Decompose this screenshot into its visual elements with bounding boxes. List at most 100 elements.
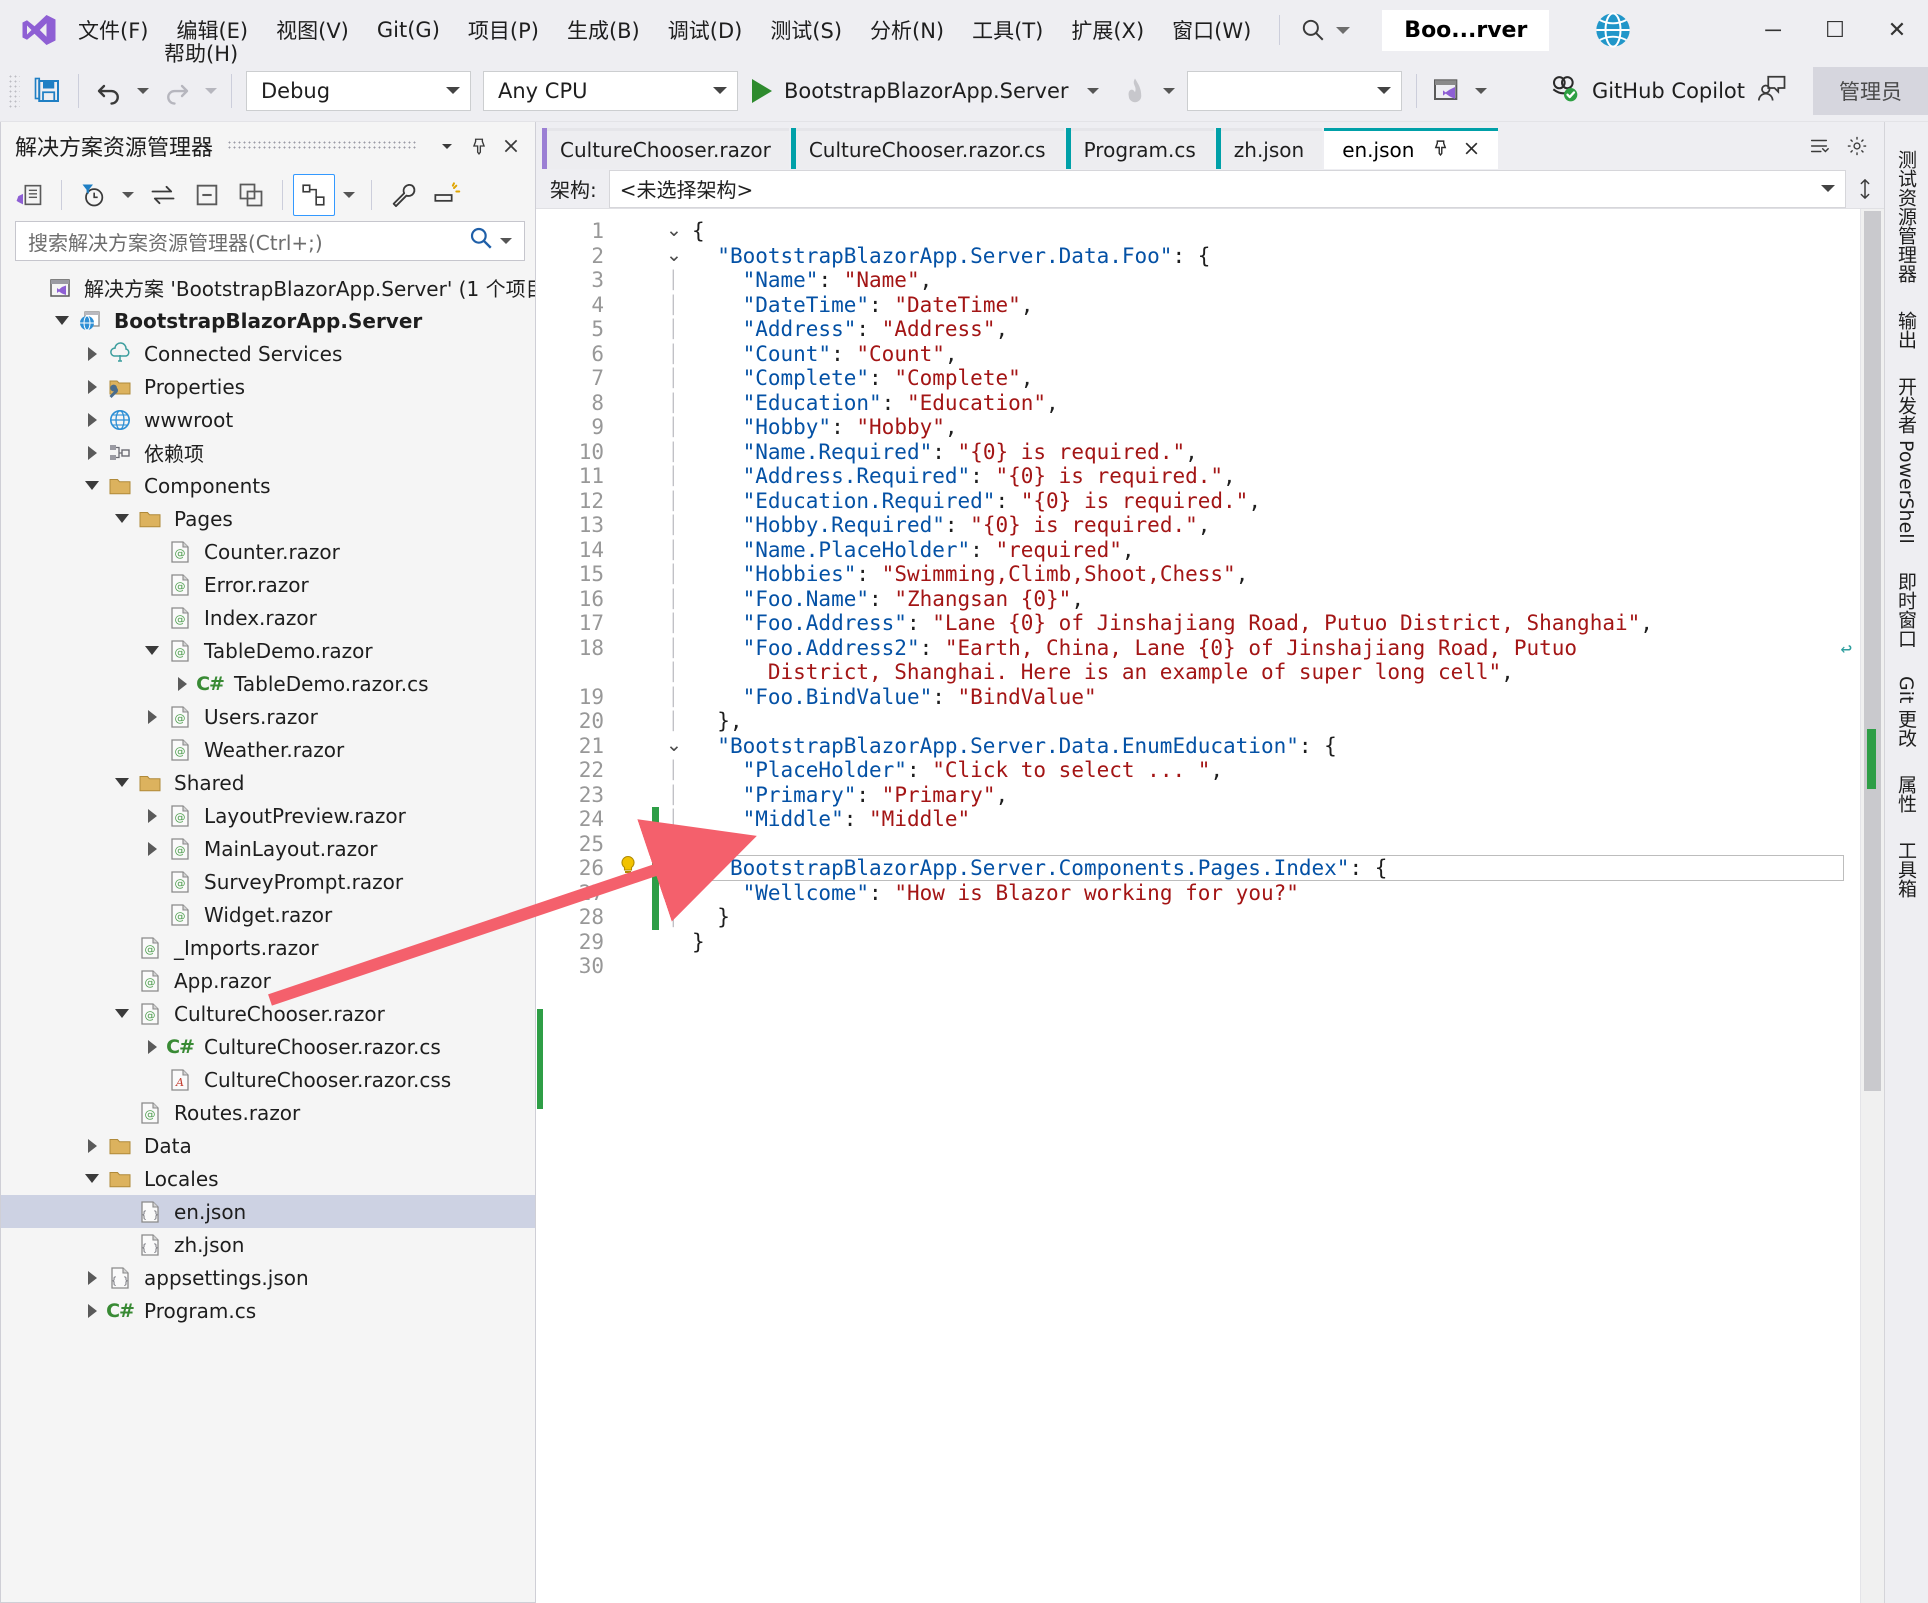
empty-combobox[interactable] (1186, 70, 1402, 111)
tree-item[interactable]: @ Counter.razor (1, 535, 535, 568)
filter-dropdown-icon[interactable] (122, 192, 134, 198)
hot-reload-button[interactable] (1113, 69, 1157, 113)
chevron-down-icon[interactable] (49, 316, 75, 325)
tree-item[interactable]: Connected Services (1, 337, 535, 370)
menu-extensions[interactable]: 扩展(X) (1057, 11, 1158, 49)
fold-toggle[interactable]: ⌄ (656, 219, 692, 244)
tree-item[interactable]: @ Index.razor (1, 601, 535, 634)
lightbulb-icon[interactable] (616, 854, 640, 884)
tree-item[interactable]: @ Users.razor (1, 700, 535, 733)
tab-list-icon[interactable] (1802, 129, 1836, 163)
collapse-all-icon[interactable] (186, 174, 228, 216)
select-window-button[interactable] (1425, 69, 1469, 113)
github-copilot-button[interactable]: GitHub Copilot (1538, 68, 1797, 113)
tree-item[interactable]: @ App.razor (1, 964, 535, 997)
tree-item[interactable]: @ Error.razor (1, 568, 535, 601)
properties-dropdown-icon[interactable] (343, 192, 355, 198)
scrollbar-thumb[interactable] (1864, 211, 1881, 1091)
home-icon[interactable] (9, 174, 51, 216)
toolbar-grip[interactable] (8, 73, 20, 108)
chevron-right-icon[interactable] (79, 346, 105, 361)
gear-icon[interactable] (1840, 129, 1874, 163)
split-view-icon[interactable] (1846, 178, 1884, 200)
tree-item[interactable]: @ Routes.razor (1, 1096, 535, 1129)
fold-toggle[interactable]: ⌄ (656, 734, 692, 759)
tool-window-tab[interactable]: 开发者 PowerShell (1891, 363, 1922, 558)
menu-analyze[interactable]: 分析(N) (856, 11, 958, 49)
chevron-right-icon[interactable] (79, 379, 105, 394)
tool-window-tab[interactable]: 工具箱 (1891, 827, 1922, 912)
minimize-button[interactable]: ─ (1742, 0, 1804, 60)
chevron-down-icon[interactable] (109, 514, 135, 523)
chevron-right-icon[interactable] (139, 709, 165, 724)
chevron-right-icon[interactable] (79, 445, 105, 460)
tree-item[interactable]: @ Weather.razor (1, 733, 535, 766)
configuration-combobox[interactable]: Debug (246, 70, 471, 111)
pin-icon[interactable] (1432, 139, 1449, 161)
select-window-dropdown-icon[interactable] (1474, 87, 1487, 94)
fold-toggle[interactable]: ⌄ (656, 856, 692, 881)
tree-item[interactable]: 解决方案 'BootstrapBlazorApp.Server' (1 个项目 (1, 271, 535, 304)
menu-project[interactable]: 项目(P) (454, 11, 553, 49)
tree-item[interactable]: C# CultureChooser.razor.cs (1, 1030, 535, 1063)
properties-view-icon[interactable] (293, 174, 335, 216)
menu-help[interactable]: 帮助(H) (150, 34, 252, 72)
preview-selected-items-icon[interactable] (426, 174, 468, 216)
undo-dropdown-icon[interactable] (137, 87, 149, 94)
editor-vertical-scrollbar[interactable] (1860, 209, 1884, 1603)
save-all-button[interactable] (26, 69, 70, 113)
tree-item[interactable]: C# Program.cs (1, 1294, 535, 1327)
undo-button[interactable] (87, 69, 131, 113)
schema-combobox[interactable]: <未选择架构> (608, 169, 1846, 208)
chevron-right-icon[interactable] (79, 1270, 105, 1285)
pending-changes-filter-icon[interactable] (72, 174, 114, 216)
copilot-chat-icon[interactable] (1757, 73, 1787, 108)
platform-combobox[interactable]: Any CPU (483, 70, 738, 111)
menu-build[interactable]: 生成(B) (553, 11, 654, 49)
quick-launch-search[interactable] (1294, 17, 1356, 43)
tree-item[interactable]: @ CultureChooser.razor (1, 997, 535, 1030)
wrench-icon[interactable] (382, 174, 424, 216)
menu-file[interactable]: 文件(F) (64, 11, 162, 49)
code-text[interactable]: { "BootstrapBlazorApp.Server.Data.Foo": … (692, 209, 1860, 1603)
tree-item[interactable]: wwwroot (1, 403, 535, 436)
chevron-down-icon[interactable] (109, 1009, 135, 1018)
tool-window-tab[interactable]: 输出 (1891, 297, 1922, 363)
code-editor[interactable]: 1 2 3 4 5 6 7 8 9 10 11 12 13 14 15 16 17 18 19 20 21 22 23 24 2… (536, 209, 1884, 1603)
chevron-right-icon[interactable] (79, 1138, 105, 1153)
tree-item[interactable]: A CultureChooser.razor.css (1, 1063, 535, 1096)
close-icon[interactable] (495, 130, 527, 162)
tool-window-tab[interactable]: 属性 (1891, 761, 1922, 827)
editor-tab[interactable]: CultureChooser.razor (542, 128, 789, 169)
redo-dropdown-icon[interactable] (205, 87, 217, 94)
tree-item[interactable]: BootstrapBlazorApp.Server (1, 304, 535, 337)
chevron-right-icon[interactable] (139, 841, 165, 856)
account-globe-icon[interactable] (1593, 10, 1633, 50)
menu-debug[interactable]: 调试(D) (654, 11, 757, 49)
fold-margin[interactable]: ⌄ ⌄ │ │ │ │ │ │ │ │ │ │ │ │ │ │ │ │ │ │ │ ⌄ │ │ │ │ ⌄ │ │ (656, 209, 692, 1603)
tree-item[interactable]: @ SurveyPrompt.razor (1, 865, 535, 898)
redo-button[interactable] (155, 69, 199, 113)
chevron-right-icon[interactable] (139, 808, 165, 823)
search-dropdown-icon[interactable] (500, 238, 512, 244)
chevron-right-icon[interactable] (139, 1039, 165, 1054)
chevron-right-icon[interactable] (79, 1303, 105, 1318)
tree-item[interactable]: @ LayoutPreview.razor (1, 799, 535, 832)
tree-item[interactable]: @ _Imports.razor (1, 931, 535, 964)
search-icon[interactable] (468, 225, 494, 257)
maximize-button[interactable]: ☐ (1804, 0, 1866, 60)
tree-item[interactable]: @ Widget.razor (1, 898, 535, 931)
tree-item[interactable]: Components (1, 469, 535, 502)
tool-window-tab[interactable]: Git 更改 (1891, 662, 1922, 762)
editor-tab[interactable]: CultureChooser.razor.cs (790, 128, 1064, 169)
chevron-down-icon[interactable] (79, 1174, 105, 1183)
pin-icon[interactable] (463, 130, 495, 162)
tool-window-tab[interactable]: 即时窗口 (1891, 558, 1922, 662)
tree-item[interactable]: { } zh.json (1, 1228, 535, 1261)
show-all-files-icon[interactable] (230, 174, 272, 216)
chevron-right-icon[interactable] (169, 676, 195, 691)
tree-item[interactable]: C# TableDemo.razor.cs (1, 667, 535, 700)
close-button[interactable]: ✕ (1866, 0, 1928, 60)
search-input[interactable]: 搜索解决方案资源管理器(Ctrl+;) (15, 221, 525, 261)
menu-view[interactable]: 视图(V) (262, 11, 363, 49)
